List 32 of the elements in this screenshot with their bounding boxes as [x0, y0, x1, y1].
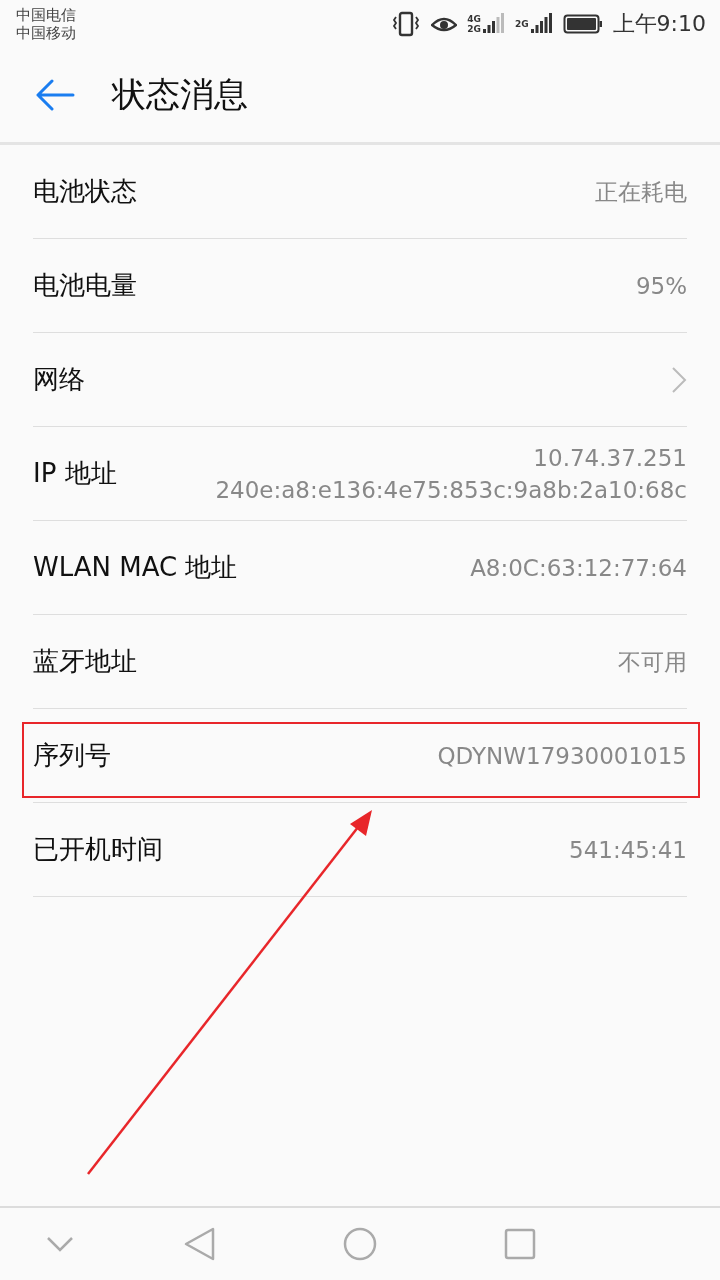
row-label: 网络 [33, 363, 85, 396]
row-value: 10.74.37.251 [533, 443, 687, 473]
network-type: 2G [514, 19, 529, 29]
clock-time: 上午9:10 [612, 10, 706, 38]
signal-icon [482, 13, 505, 35]
carrier-name: 中国电信 [16, 6, 76, 24]
row-label: IP 地址 [33, 457, 117, 490]
battery-icon [562, 13, 603, 35]
row-value: 240e:a8:e136:4e75:853c:9a8b:2a10:68c [215, 475, 687, 505]
chevron-down-icon [45, 1235, 75, 1253]
network-type: 2G [467, 24, 481, 34]
row-value: QDYNW17930001015 [437, 741, 687, 771]
network-type: 4G [467, 14, 481, 24]
row-label: 电池状态 [33, 175, 137, 208]
info-row[interactable]: 网络 [33, 333, 687, 427]
row-value: 不可用 [618, 647, 687, 677]
chevron-right-icon [671, 365, 687, 394]
row-label: 序列号 [33, 739, 111, 772]
row-label: 电池电量 [33, 269, 137, 302]
row-label: 已开机时间 [33, 833, 163, 866]
row-value: 95% [635, 271, 687, 301]
recents-button[interactable] [502, 1226, 538, 1262]
home-button[interactable] [342, 1226, 378, 1262]
row-label: WLAN MAC 地址 [33, 551, 238, 584]
page-title: 状态消息 [112, 73, 248, 116]
signal-icon [530, 13, 553, 35]
row-value: A8:0C:63:12:77:64 [470, 553, 687, 583]
vibrate-icon [391, 11, 422, 37]
carrier-name: 中国移动 [16, 24, 76, 42]
row-value: 541:45:41 [569, 835, 687, 865]
row-value: 正在耗电 [595, 177, 687, 207]
row-label: 蓝牙地址 [33, 645, 137, 678]
